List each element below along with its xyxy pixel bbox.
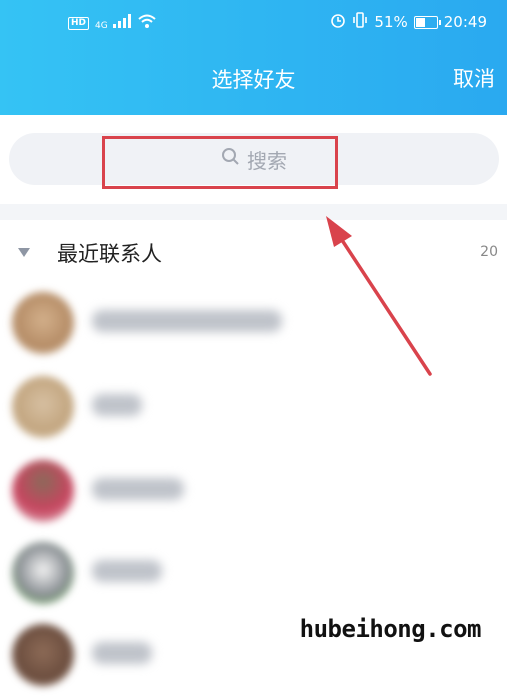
annotation-arrow: [326, 216, 432, 376]
watermark: hubeihong.com: [299, 615, 482, 643]
